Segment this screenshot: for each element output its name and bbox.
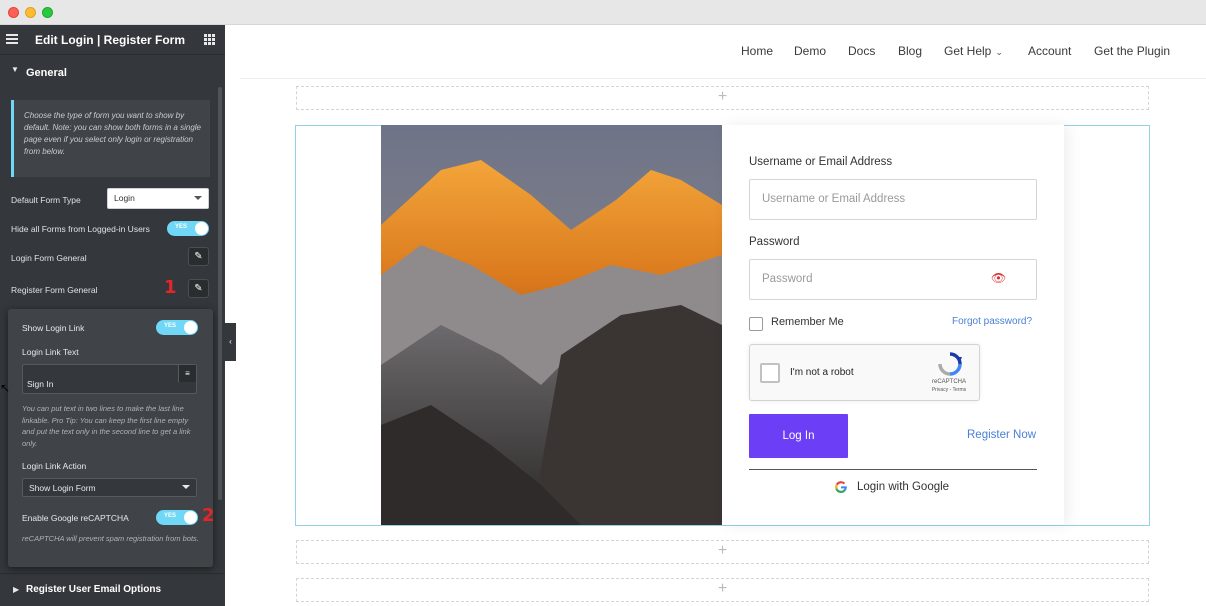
chevron-down-icon [194,196,202,200]
annotation-marker-1: 1 [164,277,177,298]
register-now-link[interactable]: Register Now [967,429,1036,441]
zoom-window-button[interactable] [42,7,53,18]
default-form-type-label: Default Form Type [11,195,81,205]
login-form-general-label: Login Form General [11,253,87,263]
panel-title: Edit Login | Register Form [34,33,186,47]
login-link-action-label: Login Link Action [22,461,87,471]
login-link-action-value: Show Login Form [29,483,96,493]
remember-me-label: Remember Me [771,316,844,328]
forgot-password-link[interactable]: Forgot password? [952,316,1032,327]
section-general-header[interactable]: ▼ General [0,61,220,83]
recaptcha-privacy-terms[interactable]: Privacy - Terms [926,387,972,393]
mouse-cursor-icon: ↖ [0,381,11,395]
plus-icon: + [717,542,728,559]
login-link-action-select[interactable]: Show Login Form [22,478,197,497]
site-navigation: Home Demo Docs Blog Get Help ⌄ Account Ge… [240,25,1206,79]
section-register-email-label: Register User Email Options [26,584,162,595]
login-button[interactable]: Log In [749,414,848,458]
recaptcha-logo-icon [938,352,962,376]
hide-forms-toggle[interactable]: YES [167,221,209,236]
pencil-icon: ✎ [194,283,203,294]
recaptcha-checkbox[interactable] [760,363,780,383]
add-section-zone-top[interactable]: + [296,86,1149,110]
collapse-panel-button[interactable]: ‹ [225,323,236,361]
recaptcha-widget: I'm not a robot reCAPTCHA Privacy - Term… [749,344,980,401]
login-with-google-label: Login with Google [857,481,950,493]
minimize-window-button[interactable] [25,7,36,18]
add-section-zone-middle[interactable]: + [296,540,1149,564]
annotation-marker-2: 2 [202,505,215,526]
nav-demo[interactable]: Demo [794,44,826,58]
dynamic-tags-icon[interactable]: ≡ [178,365,196,382]
username-label: Username or Email Address [749,156,893,168]
default-form-type-value: Login [114,193,135,203]
chevron-left-icon: ‹ [229,337,232,346]
window-titlebar [0,0,1206,25]
plus-icon: + [717,88,728,105]
register-form-general-edit-button[interactable]: ✎ [188,279,209,298]
remember-me-checkbox[interactable] [749,317,763,331]
toggle-state-text: YES [164,513,177,519]
show-password-eye-icon[interactable]: 👁 [991,271,1006,285]
nav-account[interactable]: Account [1028,44,1071,58]
recaptcha-brand: reCAPTCHA [931,379,966,385]
toggle-state-text: YES [175,224,188,230]
password-label: Password [749,236,800,248]
default-form-type-select[interactable]: Login [107,188,209,209]
nav-home[interactable]: Home [741,44,773,58]
login-form-general-edit-button[interactable]: ✎ [188,247,209,266]
toggle-knob [184,511,197,524]
login-link-text-input[interactable]: Sign In ≡ [22,364,197,394]
widgets-grid-icon[interactable] [204,34,215,45]
show-login-link-label: Show Login Link [22,323,85,333]
caret-down-icon: ▼ [11,65,19,74]
recaptcha-toggle[interactable]: YES [156,510,198,525]
chevron-down-icon: ⌄ [995,47,1003,57]
username-placeholder: Username or Email Address [762,193,906,205]
close-window-button[interactable] [8,7,19,18]
password-placeholder: Password [762,273,813,285]
plus-icon: + [717,580,728,597]
section-general-label: General [26,67,67,79]
login-link-text-label: Login Link Text [22,347,79,357]
nav-get-help-label: Get Help [944,44,992,58]
chevron-down-icon [182,485,190,489]
pencil-icon: ✎ [194,251,203,262]
recaptcha-help-text: reCAPTCHA will prevent spam registration… [22,534,199,543]
recaptcha-label: Enable Google reCAPTCHA [22,513,129,523]
panel-scrollbar[interactable] [218,87,222,500]
add-section-zone-bottom[interactable]: + [296,578,1149,602]
login-link-help-text: You can put text in two lines to make th… [22,404,191,448]
panel-header: Edit Login | Register Form [0,25,225,55]
caret-right-icon: ▶ [13,585,20,594]
toggle-knob [195,222,208,235]
toggle-knob [184,321,197,334]
google-logo-icon [835,481,847,493]
recaptcha-text: I'm not a robot [790,367,854,378]
register-form-general-popover: Show Login Link YES Login Link Text Sign… [8,309,215,567]
show-login-link-toggle[interactable]: YES [156,320,198,335]
login-link-text-value: Sign In [27,379,54,389]
register-form-general-label: Register Form General [11,285,98,295]
nav-blog[interactable]: Blog [898,44,922,58]
mountain-photo [381,125,722,525]
nav-get-help[interactable]: Get Help ⌄ [944,44,1003,58]
toggle-state-text: YES [164,323,177,329]
hide-forms-label: Hide all Forms from Logged-in Users [11,224,150,234]
section-register-email-header[interactable]: ▶ Register User Email Options [0,573,225,606]
nav-docs[interactable]: Docs [848,44,875,58]
info-notice: Choose the type of form you want to show… [11,100,210,177]
nav-get-the-plugin[interactable]: Get the Plugin [1094,44,1170,58]
form-divider [749,469,1037,470]
username-input[interactable]: Username or Email Address [749,179,1037,220]
